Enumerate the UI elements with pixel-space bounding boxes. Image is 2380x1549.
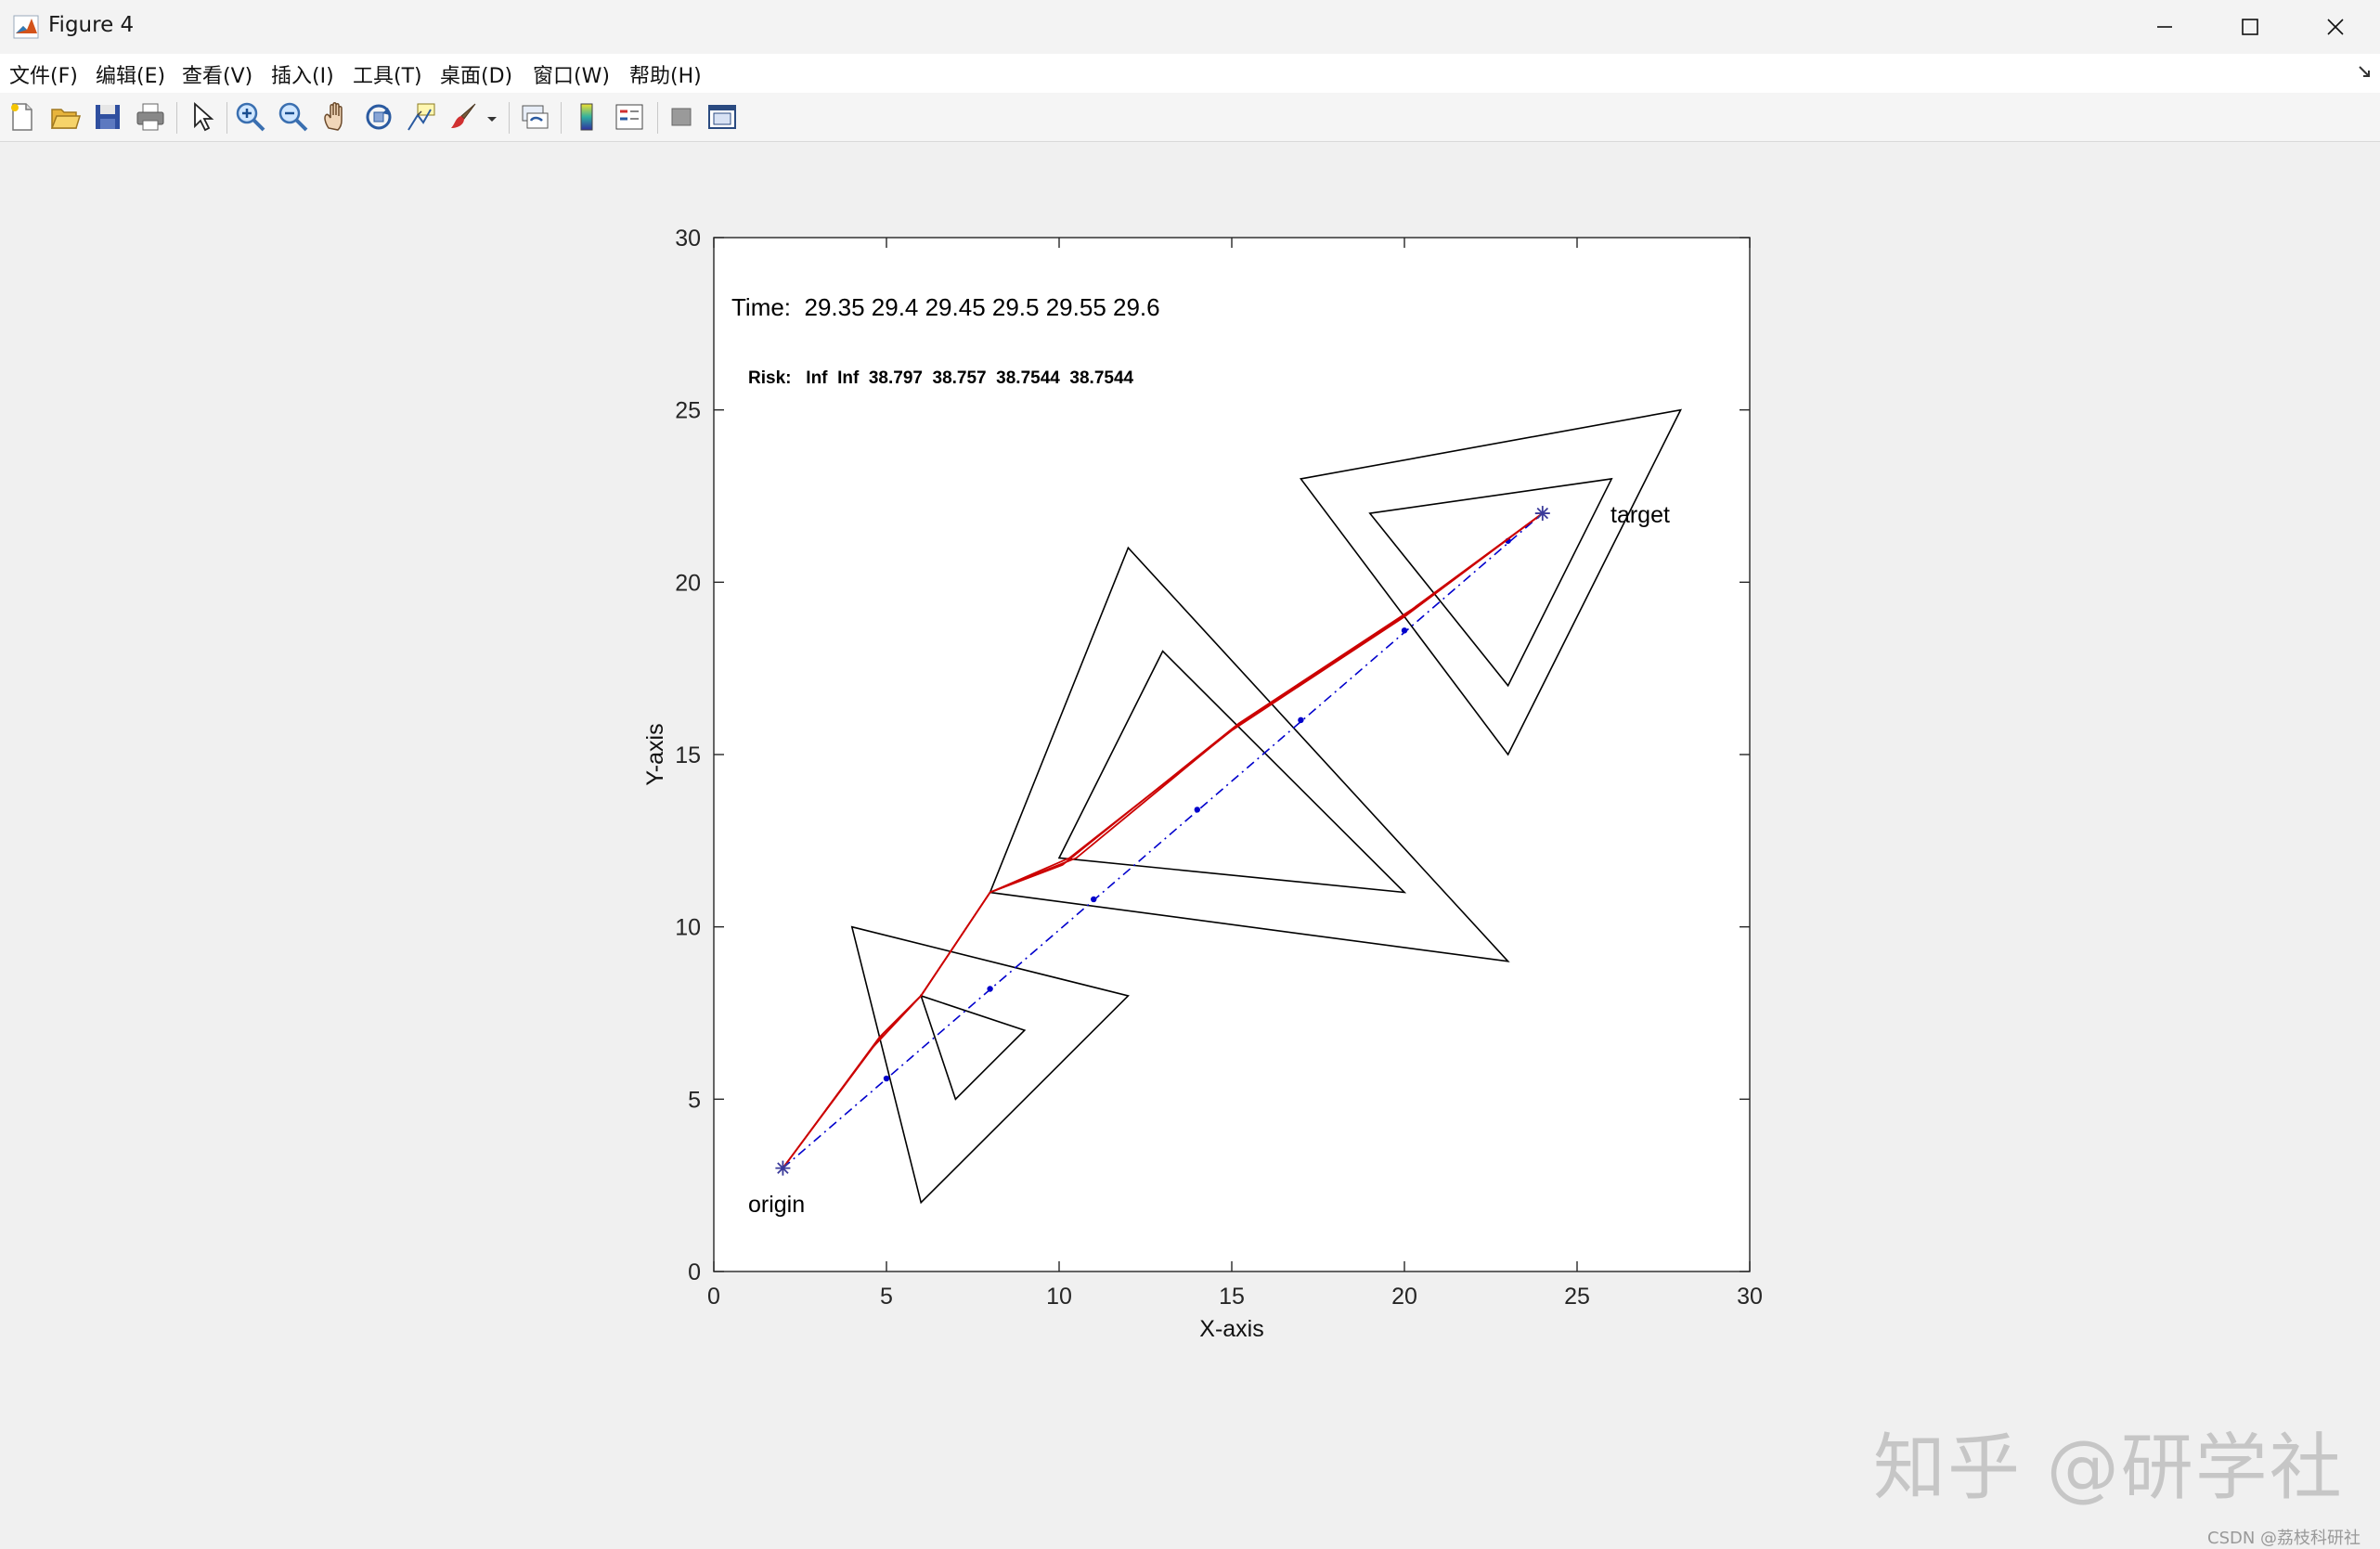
- pan-button[interactable]: [319, 100, 353, 134]
- menu-help[interactable]: 帮助(H): [629, 59, 702, 89]
- figure-toolbar: [0, 93, 2380, 142]
- toolbar-separator: [226, 102, 227, 134]
- close-icon: [2327, 19, 2344, 35]
- menu-view[interactable]: 查看(V): [182, 59, 252, 89]
- menu-edit[interactable]: 编辑(E): [96, 59, 165, 89]
- straight-line-marker: [883, 1075, 890, 1082]
- print-icon: [136, 103, 164, 131]
- dock-arrow-icon[interactable]: [2356, 63, 2373, 80]
- open-file-icon: [50, 109, 82, 129]
- show-plot-tools-icon: [708, 105, 736, 129]
- y-tick-label: 5: [688, 1087, 701, 1113]
- zoom-out-button[interactable]: [277, 100, 310, 134]
- target-marker: [1534, 506, 1550, 522]
- menu-bar: 文件(F) 编辑(E) 查看(V) 插入(I) 工具(T) 桌面(D) 窗口(W…: [0, 54, 2380, 93]
- window-title-bar: Figure 4: [0, 0, 2380, 55]
- new-figure-icon: [11, 103, 32, 131]
- zoom-out-icon: [278, 102, 308, 132]
- select-arrow-icon: [194, 101, 214, 132]
- close-button[interactable]: [2293, 0, 2378, 54]
- insert-legend-button[interactable]: [613, 100, 646, 134]
- menu-insert[interactable]: 插入(I): [271, 59, 334, 89]
- maximize-icon: [2242, 19, 2258, 35]
- menu-desktop[interactable]: 桌面(D): [440, 59, 512, 89]
- colorbar-icon: [580, 103, 593, 131]
- legend-icon: [615, 104, 643, 130]
- y-axis-label: Y-axis: [642, 723, 668, 785]
- y-tick-label: 0: [688, 1259, 701, 1285]
- link-plot-icon: [522, 105, 549, 129]
- y-tick-label: 20: [675, 570, 701, 596]
- x-tick-label: 5: [880, 1284, 893, 1310]
- origin-label: origin: [748, 1192, 805, 1218]
- risk-annotation: Risk: Inf Inf 38.797 38.757 38.7544 38.7…: [748, 368, 1134, 388]
- target-label: target: [1610, 502, 1670, 528]
- brush-dropdown-icon: [487, 117, 497, 122]
- x-tick-label: 20: [1391, 1284, 1417, 1310]
- straight-line-marker: [1401, 627, 1408, 634]
- data-cursor-icon: [407, 103, 435, 131]
- zoom-in-icon: [236, 102, 265, 132]
- toolbar-separator: [657, 102, 658, 134]
- zoom-in-button[interactable]: [234, 100, 267, 134]
- minimize-button[interactable]: [2122, 0, 2207, 54]
- y-tick-label: 30: [675, 226, 701, 252]
- figure-canvas: 0 5 10 15 20 25 30 0 5 10 15 20 25 30 X-axis Y-axis T…: [0, 142, 2380, 1548]
- save-icon: [96, 105, 120, 129]
- x-tick-label: 10: [1046, 1284, 1072, 1310]
- x-tick-label: 15: [1219, 1284, 1245, 1310]
- rotate-3d-icon: [366, 104, 392, 130]
- x-tick-label: 30: [1737, 1284, 1763, 1310]
- toolbar-separator: [509, 102, 510, 134]
- show-plot-tools-button[interactable]: [705, 100, 739, 134]
- edit-plot-button[interactable]: [186, 100, 219, 134]
- x-tick-label: 0: [707, 1284, 720, 1310]
- print-button[interactable]: [134, 100, 167, 134]
- link-plot-button[interactable]: [518, 100, 551, 134]
- matlab-logo-icon: [13, 15, 39, 39]
- window-title: Figure 4: [48, 13, 135, 37]
- csdn-watermark: CSDN @荔枝科研社: [2207, 1529, 2361, 1548]
- toolbar-separator: [176, 102, 177, 134]
- brush-icon: [451, 103, 476, 128]
- straight-line-marker: [1298, 716, 1304, 724]
- rotate-3d-button[interactable]: [362, 100, 395, 134]
- zhihu-watermark: 知乎 @研学社: [1873, 1426, 2344, 1510]
- straight-line-marker: [1091, 896, 1097, 903]
- time-annotation: Time: 29.35 29.4 29.45 29.5 29.55 29.6: [731, 293, 1160, 321]
- minimize-icon: [2157, 26, 2172, 28]
- brush-button[interactable]: [447, 100, 481, 134]
- origin-marker: [775, 1160, 791, 1176]
- y-tick-label: 25: [675, 398, 701, 424]
- x-axis-label: X-axis: [1199, 1316, 1263, 1342]
- menu-file[interactable]: 文件(F): [9, 59, 78, 89]
- menu-tools[interactable]: 工具(T): [353, 59, 422, 89]
- pan-hand-icon: [324, 102, 343, 131]
- toolbar-separator: [561, 102, 562, 134]
- data-cursor-button[interactable]: [405, 100, 438, 134]
- straight-line-marker: [1194, 807, 1201, 813]
- new-figure-button[interactable]: [6, 100, 39, 134]
- hide-plot-tools-button[interactable]: [665, 100, 698, 134]
- hide-plot-tools-icon: [671, 108, 692, 126]
- straight-line-marker: [987, 986, 993, 992]
- axes-background: [714, 238, 1750, 1271]
- maximize-button[interactable]: [2207, 0, 2293, 54]
- y-tick-label: 15: [675, 742, 701, 768]
- insert-colorbar-button[interactable]: [570, 100, 603, 134]
- open-file-button[interactable]: [48, 100, 82, 134]
- brush-dropdown-button[interactable]: [485, 100, 499, 134]
- save-button[interactable]: [91, 100, 124, 134]
- plot-svg: 0 5 10 15 20 25 30 0 5 10 15 20 25 30 X-axis Y-axis T…: [642, 226, 1763, 1342]
- y-tick-label: 10: [675, 915, 701, 941]
- menu-window[interactable]: 窗口(W): [533, 59, 610, 89]
- x-tick-label: 25: [1564, 1284, 1590, 1310]
